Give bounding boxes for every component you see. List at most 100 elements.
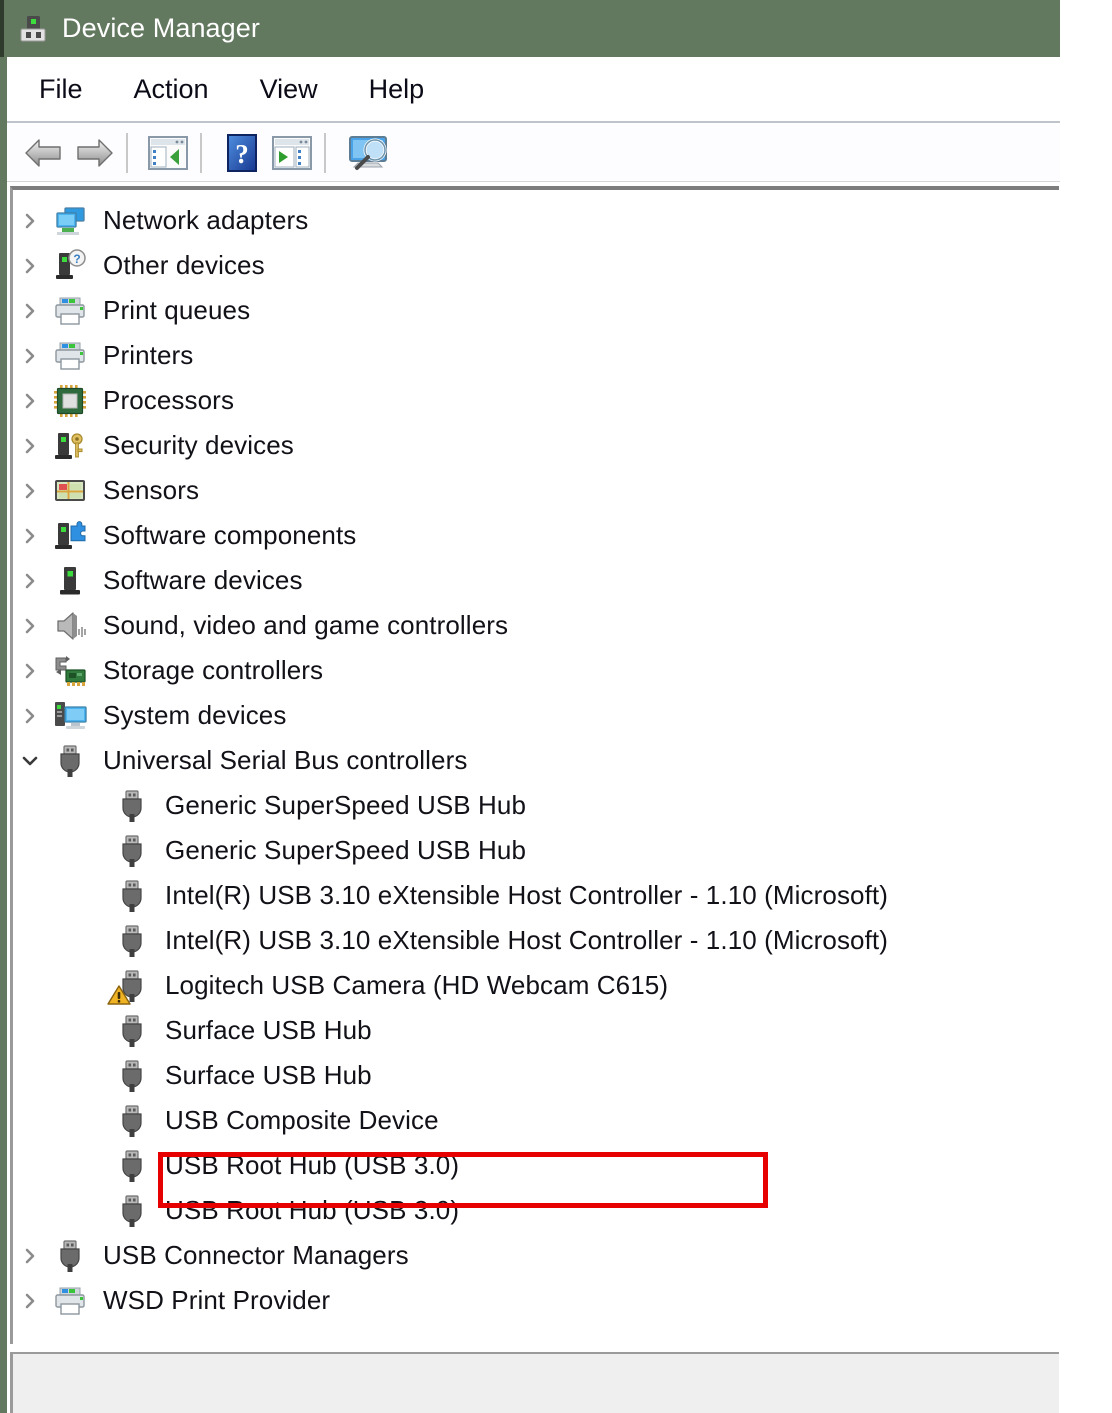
tree-item[interactable]: Network adapters — [13, 198, 1059, 243]
tree-item-label: Generic SuperSpeed USB Hub — [165, 835, 527, 865]
usb-icon — [109, 1059, 155, 1093]
toolbar: ? — [7, 125, 1060, 182]
tree-item[interactable]: Surface USB Hub — [13, 1053, 1059, 1098]
tree-item[interactable]: Software devices — [13, 558, 1059, 603]
chevron-right-icon[interactable] — [13, 707, 47, 725]
back-arrow-icon — [24, 136, 64, 170]
printer-icon — [47, 339, 93, 373]
menu-view[interactable]: View — [250, 70, 328, 109]
forward-button[interactable] — [69, 130, 119, 176]
scan-hardware-changes-icon — [345, 133, 391, 173]
tree-item[interactable]: USB Composite Device — [13, 1098, 1059, 1143]
chevron-down-icon[interactable] — [13, 752, 47, 770]
tree-item[interactable]: Intel(R) USB 3.10 eXtensible Host Contro… — [13, 918, 1059, 963]
menu-help[interactable]: Help — [359, 70, 435, 109]
chevron-right-icon[interactable] — [13, 302, 47, 320]
menu-file[interactable]: File — [29, 70, 93, 109]
device-tree: Network adapters ? Other devices Print queu… — [13, 190, 1059, 1323]
printer-icon — [47, 1284, 93, 1318]
usb-icon — [109, 879, 155, 913]
tree-item[interactable]: Security devices — [13, 423, 1059, 468]
system-device-icon — [47, 699, 93, 733]
usb-warning-icon — [107, 969, 155, 1005]
tree-item[interactable]: Surface USB Hub — [13, 1008, 1059, 1053]
usb-icon — [109, 789, 155, 823]
chevron-right-icon[interactable] — [13, 527, 47, 545]
menu-action[interactable]: Action — [124, 70, 219, 109]
chevron-right-icon[interactable] — [13, 437, 47, 455]
processor-chip-icon — [47, 384, 93, 418]
security-key-icon — [47, 429, 93, 463]
tree-item[interactable]: ? Other devices — [13, 243, 1059, 288]
screen: { "window": { "title": "Device Manager",… — [0, 0, 1112, 1413]
sensor-icon — [47, 474, 93, 508]
printer-icon — [47, 294, 93, 328]
tree-item[interactable]: Generic SuperSpeed USB Hub — [13, 783, 1059, 828]
chevron-right-icon[interactable] — [13, 1292, 47, 1310]
tree-item-label: Network adapters — [103, 205, 309, 235]
tree-item[interactable]: Logitech USB Camera (HD Webcam C615) — [13, 963, 1059, 1008]
usb-icon — [109, 1104, 155, 1138]
chevron-right-icon[interactable] — [13, 662, 47, 680]
scan-hardware-changes-button[interactable] — [343, 130, 393, 176]
device-manager-window: Device Manager File Action View Help ? N… — [0, 0, 1060, 1413]
tree-item-label: USB Composite Device — [165, 1105, 439, 1135]
tree-item[interactable]: System devices — [13, 693, 1059, 738]
tree-item-label: Surface USB Hub — [165, 1060, 372, 1090]
window-title: Device Manager — [62, 13, 260, 43]
device-tree-pane[interactable]: Network adapters ? Other devices Print queu… — [10, 186, 1059, 1344]
chevron-right-icon[interactable] — [13, 347, 47, 365]
chevron-right-icon[interactable] — [13, 482, 47, 500]
chevron-right-icon[interactable] — [13, 572, 47, 590]
usb-icon — [109, 834, 155, 868]
speaker-icon — [47, 609, 93, 643]
tree-item[interactable]: Storage controllers — [13, 648, 1059, 693]
usb-icon — [109, 924, 155, 958]
tree-item[interactable]: Sensors — [13, 468, 1059, 513]
chevron-right-icon[interactable] — [13, 257, 47, 275]
tree-item-label: USB Root Hub (USB 3.0) — [165, 1150, 460, 1180]
tree-item-label: Generic SuperSpeed USB Hub — [165, 790, 527, 820]
toolbar-separator-2 — [200, 133, 202, 173]
software-device-icon — [47, 564, 93, 598]
tree-item-label: Sound, video and game controllers — [103, 610, 509, 640]
tree-item-label: Security devices — [103, 430, 294, 460]
forward-arrow-icon — [74, 136, 114, 170]
tree-item-label: WSD Print Provider — [103, 1285, 331, 1315]
storage-controller-icon — [47, 654, 93, 688]
usb-icon — [47, 1239, 93, 1273]
tree-item-label: Storage controllers — [103, 655, 324, 685]
tree-item[interactable]: Universal Serial Bus controllers — [13, 738, 1059, 783]
tree-item-label: Processors — [103, 385, 235, 415]
usb-icon — [109, 1014, 155, 1048]
help-button[interactable]: ? — [217, 130, 267, 176]
chevron-right-icon[interactable] — [13, 1247, 47, 1265]
usb-icon — [109, 1194, 155, 1228]
tree-item-label: Software components — [103, 520, 357, 550]
tree-item[interactable]: WSD Print Provider — [13, 1278, 1059, 1323]
tree-item[interactable]: Software components — [13, 513, 1059, 558]
chevron-right-icon[interactable] — [13, 212, 47, 230]
tree-item[interactable]: Generic SuperSpeed USB Hub — [13, 828, 1059, 873]
tree-item-label: Intel(R) USB 3.10 eXtensible Host Contro… — [165, 925, 889, 955]
show-console-tree-icon — [146, 134, 190, 172]
tree-item[interactable]: USB Root Hub (USB 3.0) — [13, 1188, 1059, 1233]
show-console-tree-button[interactable] — [143, 130, 193, 176]
tree-item[interactable]: USB Root Hub (USB 3.0) — [13, 1143, 1059, 1188]
software-component-icon — [47, 519, 93, 553]
tree-item[interactable]: Print queues — [13, 288, 1059, 333]
unknown-device-icon: ? — [47, 248, 93, 283]
tree-item-label: Intel(R) USB 3.10 eXtensible Host Contro… — [165, 880, 889, 910]
toolbar-separator-3 — [324, 133, 326, 173]
back-button[interactable] — [19, 130, 69, 176]
chevron-right-icon[interactable] — [13, 617, 47, 635]
tree-item[interactable]: USB Connector Managers — [13, 1233, 1059, 1278]
properties-button[interactable] — [267, 130, 317, 176]
tree-item[interactable]: Sound, video and game controllers — [13, 603, 1059, 648]
tree-item-label: Software devices — [103, 565, 303, 595]
tree-item[interactable]: Processors — [13, 378, 1059, 423]
tree-item[interactable]: Intel(R) USB 3.10 eXtensible Host Contro… — [13, 873, 1059, 918]
chevron-right-icon[interactable] — [13, 392, 47, 410]
tree-item[interactable]: Printers — [13, 333, 1059, 378]
window-left-border — [0, 57, 7, 1413]
